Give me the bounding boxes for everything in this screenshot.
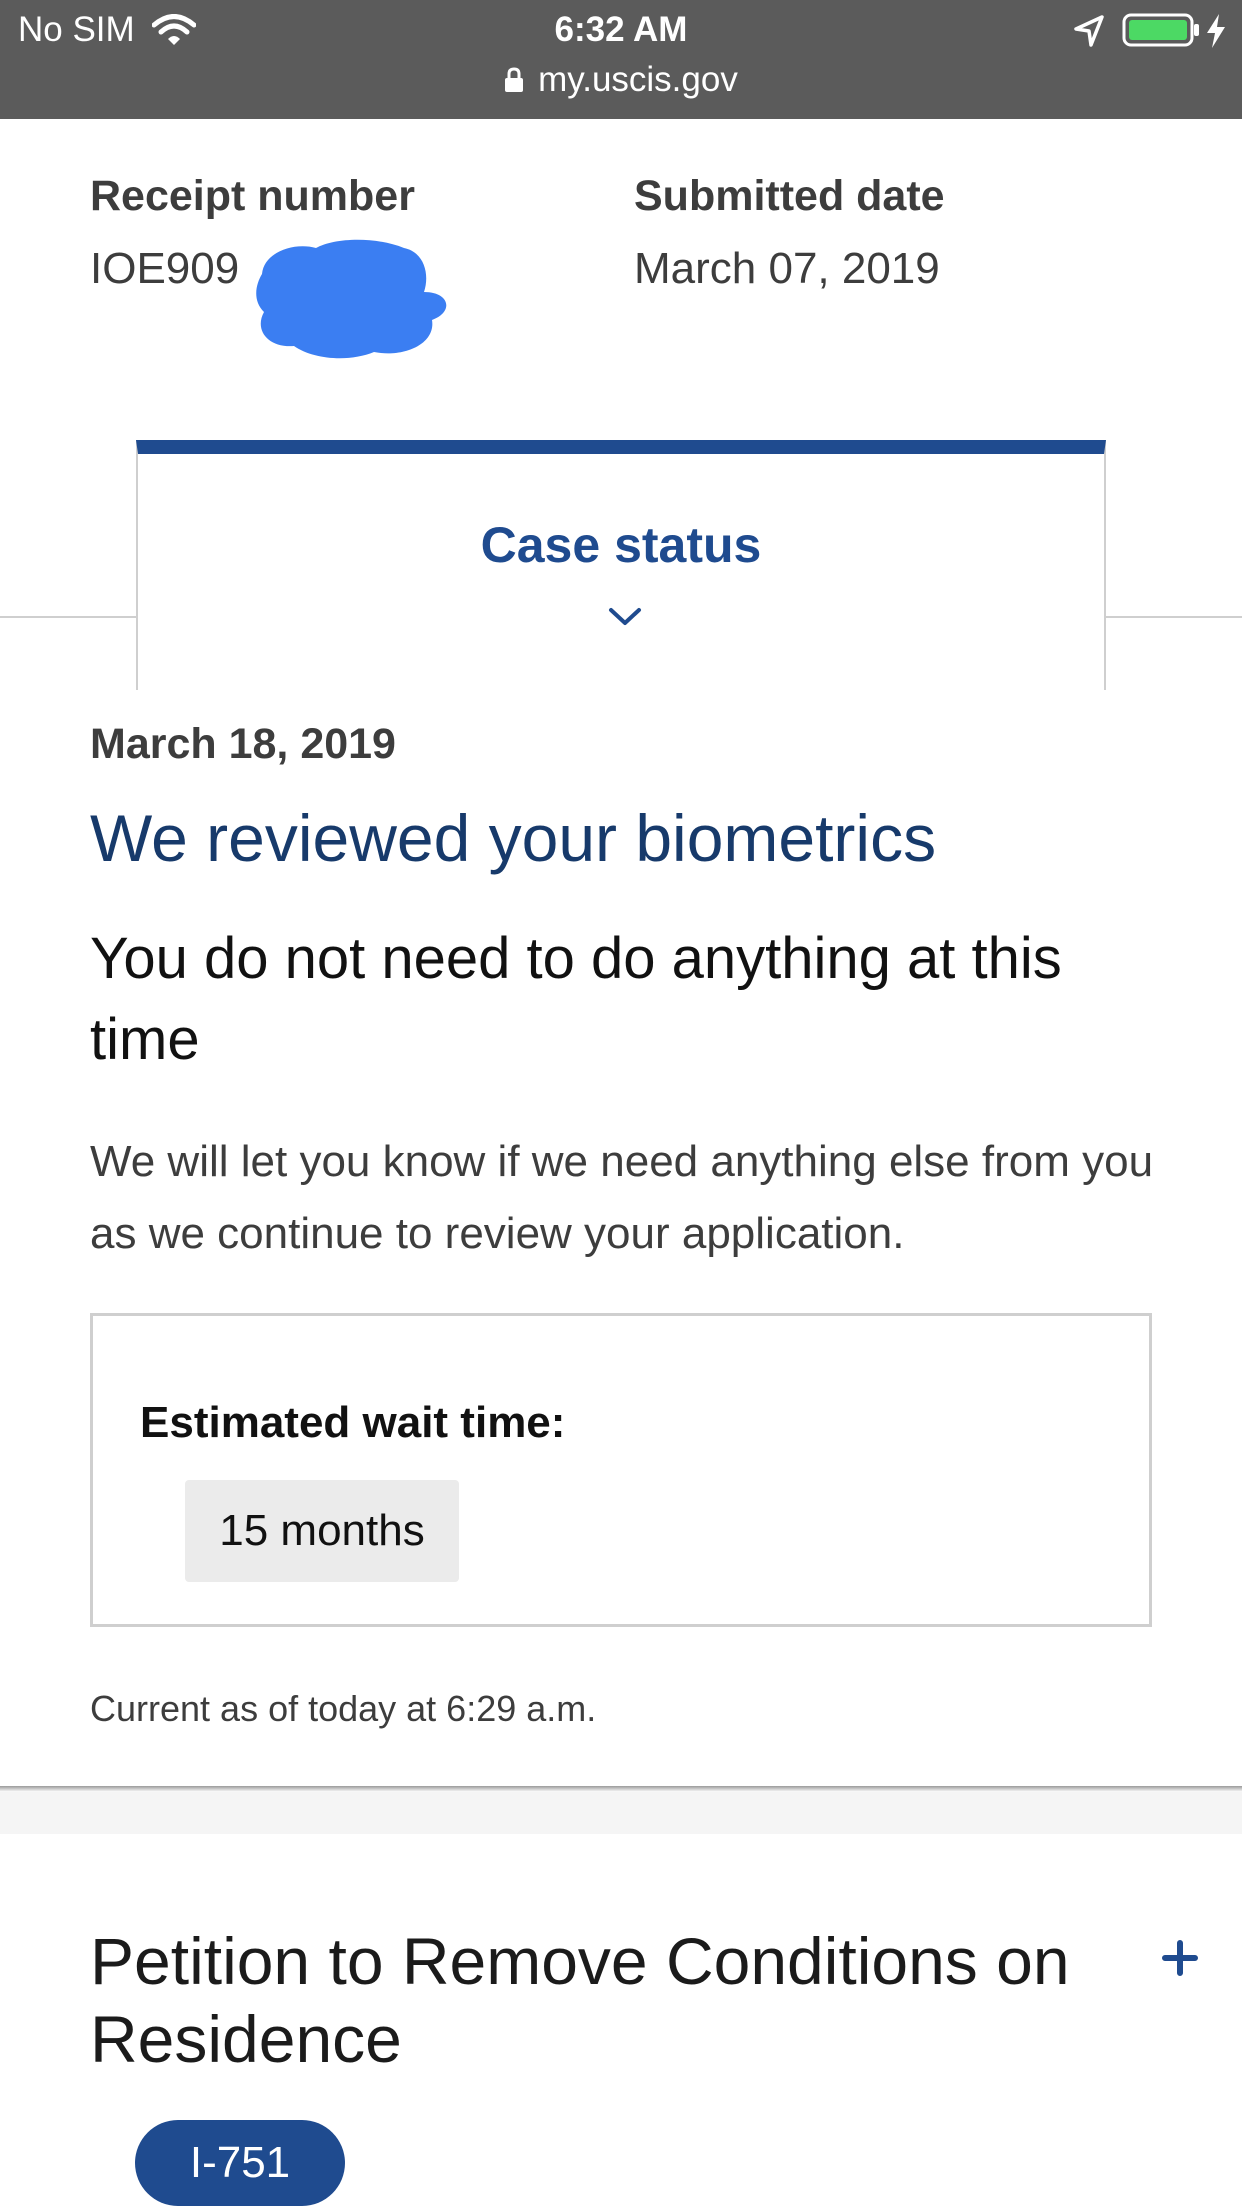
receipt-number-label: Receipt number bbox=[90, 172, 415, 220]
status-bar: No SIM 6:32 AM my.uscis.gov bbox=[0, 0, 1242, 119]
location-arrow-icon bbox=[1073, 14, 1105, 53]
clock-time: 6:32 AM bbox=[554, 10, 688, 49]
status-description: We will let you know if we need anything… bbox=[90, 1137, 1154, 1258]
redaction-scribble bbox=[254, 234, 450, 367]
tab-case-status-label: Case status bbox=[480, 517, 762, 573]
estimated-wait-label: Estimated wait time: bbox=[140, 1398, 566, 1447]
submitted-date-label: Submitted date bbox=[634, 172, 945, 220]
section-divider-right bbox=[1106, 616, 1242, 618]
battery-icon bbox=[1122, 12, 1202, 53]
estimated-wait-box: Estimated wait time: 15 months bbox=[90, 1313, 1152, 1627]
estimated-wait-value: 15 months bbox=[185, 1480, 459, 1582]
section-divider-left bbox=[0, 616, 136, 618]
address-bar[interactable]: my.uscis.gov bbox=[0, 60, 1242, 102]
url-text: my.uscis.gov bbox=[538, 60, 738, 99]
expand-plus-icon[interactable] bbox=[1162, 1940, 1198, 1981]
form-type-badge: I-751 bbox=[135, 2120, 345, 2206]
status-subtitle: You do not need to do anything at this t… bbox=[90, 926, 1062, 1072]
status-date: March 18, 2019 bbox=[90, 720, 396, 768]
last-updated-text: Current as of today at 6:29 a.m. bbox=[90, 1688, 597, 1729]
section-gap bbox=[0, 1792, 1242, 1834]
tab-case-status[interactable]: Case status bbox=[136, 440, 1106, 690]
lock-icon bbox=[504, 62, 524, 102]
charging-bolt-icon bbox=[1205, 13, 1227, 54]
receipt-number-value: IOE909 bbox=[90, 244, 240, 293]
chevron-down-icon bbox=[608, 606, 642, 633]
petition-title: Petition to Remove Conditions on Residen… bbox=[90, 1924, 1070, 2076]
submitted-date-value: March 07, 2019 bbox=[634, 244, 940, 293]
status-title: We reviewed your biometrics bbox=[90, 801, 937, 875]
